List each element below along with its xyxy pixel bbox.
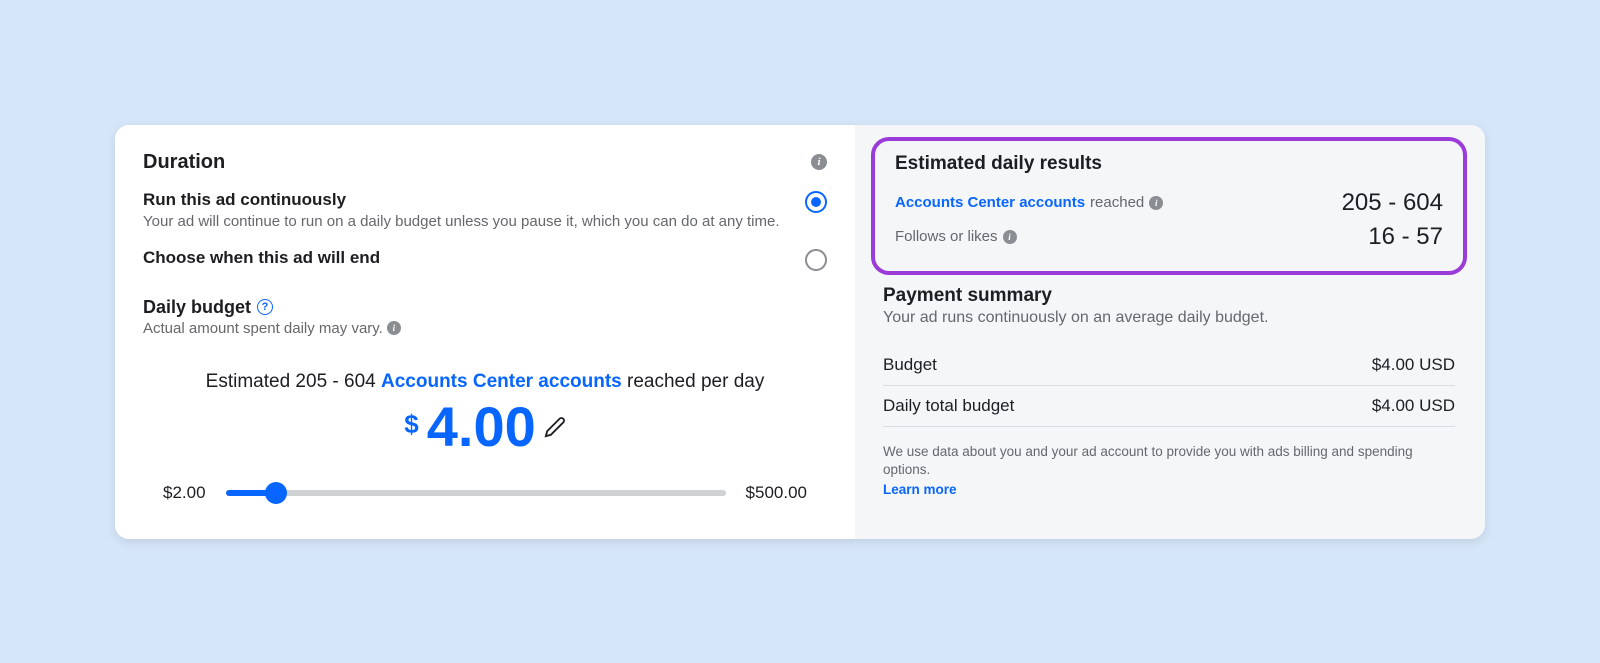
currency-symbol: $ xyxy=(404,409,418,440)
ad-setup-card: Duration i Run this ad continuously Your… xyxy=(115,125,1485,539)
budget-slider[interactable] xyxy=(226,483,726,503)
estimate-prefix: Estimated 205 - 604 xyxy=(206,371,381,392)
payment-total-row: Daily total budget $4.00 USD xyxy=(883,386,1455,426)
learn-more-link[interactable]: Learn more xyxy=(883,481,1455,499)
payment-subtext: Your ad runs continuously on an average … xyxy=(883,309,1455,327)
metric-follows-likes: Follows or likes i 16 - 57 xyxy=(895,223,1443,251)
accounts-center-link[interactable]: Accounts Center accounts xyxy=(895,194,1085,211)
option-label: Run this ad continuously xyxy=(143,190,780,210)
budget-header: Daily budget ? xyxy=(143,297,827,318)
radio-continuous[interactable] xyxy=(805,191,827,213)
radio-end-date[interactable] xyxy=(805,249,827,271)
duration-budget-panel: Duration i Run this ad continuously Your… xyxy=(115,125,855,539)
slider-thumb[interactable] xyxy=(265,482,287,504)
metric-suffix: reached xyxy=(1090,194,1144,211)
budget-amount: $ 4.00 xyxy=(143,399,827,455)
option-run-continuously[interactable]: Run this ad continuously Your ad will co… xyxy=(143,190,827,230)
estimated-results-box: Estimated daily results Accounts Center … xyxy=(871,137,1467,275)
summary-panel: Estimated daily results Accounts Center … xyxy=(855,125,1485,539)
reach-estimate: Estimated 205 - 604 Accounts Center acco… xyxy=(143,371,827,393)
metric-value: 205 - 604 xyxy=(1342,189,1443,217)
metric-label-text: Follows or likes xyxy=(895,228,998,245)
duration-title: Duration xyxy=(143,151,225,174)
metric-accounts-reached: Accounts Center accounts reached i 205 -… xyxy=(895,189,1443,217)
info-icon[interactable]: i xyxy=(811,154,827,170)
info-icon[interactable]: i xyxy=(1003,230,1017,244)
edit-icon[interactable] xyxy=(544,416,566,438)
budget-slider-row: $2.00 $500.00 xyxy=(143,483,827,503)
payment-budget-row: Budget $4.00 USD xyxy=(883,345,1455,385)
payment-title: Payment summary xyxy=(883,285,1455,307)
divider xyxy=(883,426,1455,427)
slider-min: $2.00 xyxy=(163,483,206,503)
row-label: Daily total budget xyxy=(883,396,1014,416)
budget-subtext: Actual amount spent daily may vary. i xyxy=(143,320,827,337)
budget-title: Daily budget xyxy=(143,297,251,318)
row-value: $4.00 USD xyxy=(1372,396,1455,416)
amount-value: 4.00 xyxy=(427,399,536,455)
accounts-center-link[interactable]: Accounts Center accounts xyxy=(381,371,622,392)
payment-footnote: We use data about you and your ad accoun… xyxy=(883,443,1455,500)
info-icon[interactable]: i xyxy=(387,321,401,335)
info-icon[interactable]: i xyxy=(1149,196,1163,210)
help-icon[interactable]: ? xyxy=(257,299,273,315)
slider-max: $500.00 xyxy=(746,483,807,503)
row-label: Budget xyxy=(883,355,937,375)
footnote-text: We use data about you and your ad accoun… xyxy=(883,444,1413,477)
option-choose-end[interactable]: Choose when this ad will end xyxy=(143,248,827,271)
option-description: Your ad will continue to run on a daily … xyxy=(143,213,780,230)
estimate-suffix: reached per day xyxy=(622,371,765,392)
budget-sub-label: Actual amount spent daily may vary. xyxy=(143,320,383,337)
results-title: Estimated daily results xyxy=(895,153,1443,175)
metric-value: 16 - 57 xyxy=(1368,223,1443,251)
option-label: Choose when this ad will end xyxy=(143,248,380,268)
row-value: $4.00 USD xyxy=(1372,355,1455,375)
